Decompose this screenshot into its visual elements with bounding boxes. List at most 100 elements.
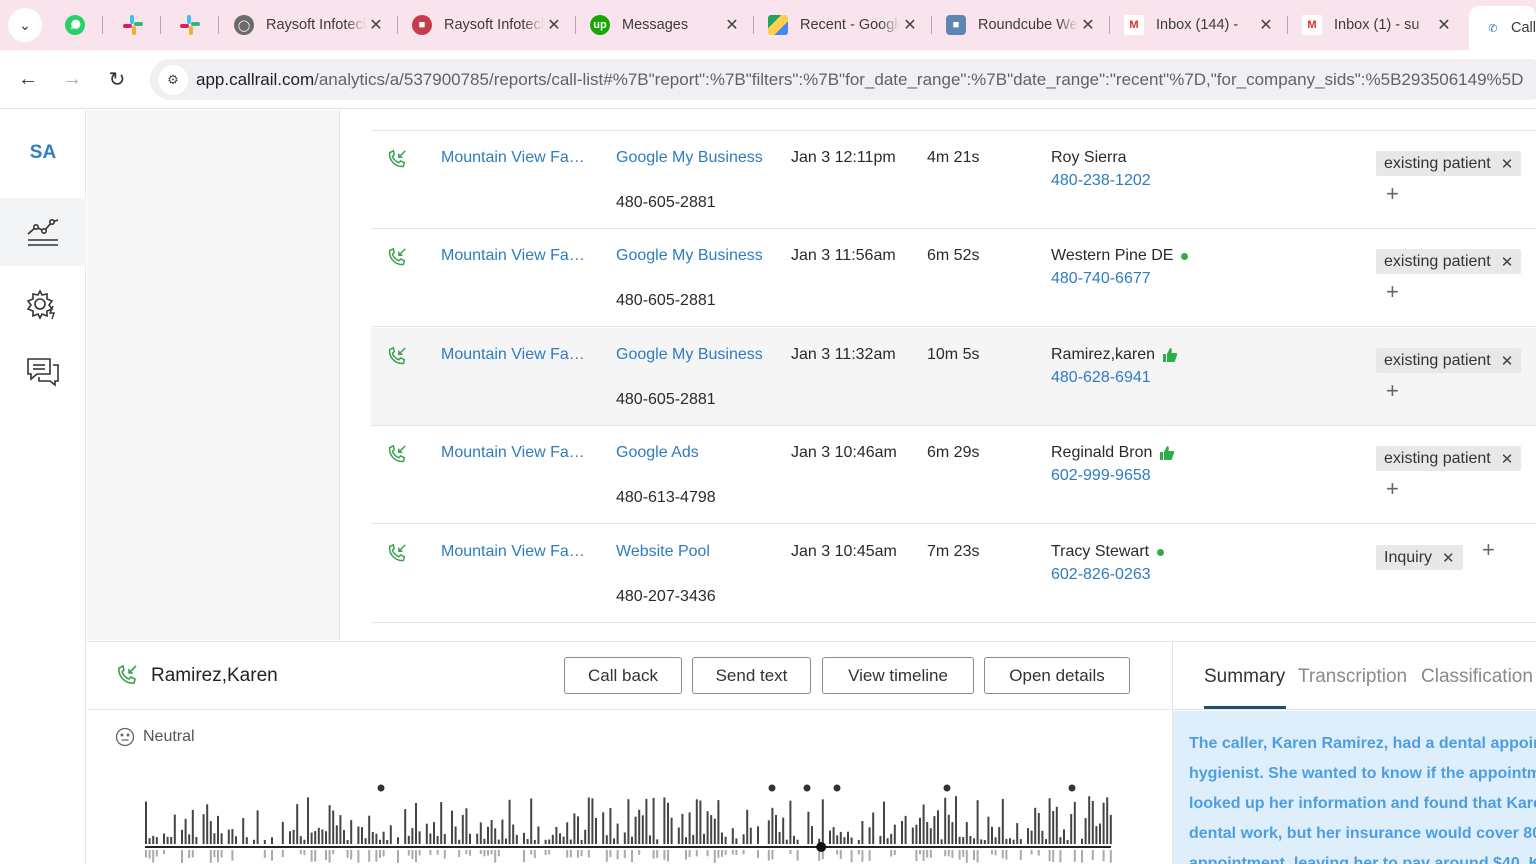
- waveform-bar-secondary: [929, 850, 932, 858]
- audio-waveform[interactable]: [145, 782, 1113, 864]
- waveform-bar-secondary: [1102, 850, 1105, 862]
- caller-phone-link[interactable]: 602-826-0263: [1051, 566, 1151, 584]
- browser-tab[interactable]: M Inbox (144) - ✕: [1110, 6, 1286, 44]
- browser-tab-active[interactable]: ✆ Call: [1469, 6, 1536, 50]
- caller-phone-link[interactable]: 480-238-1202: [1051, 172, 1151, 190]
- browser-tab[interactable]: Recent - Google Drive ✕: [754, 6, 930, 44]
- waveform-bar-secondary: [1073, 850, 1076, 862]
- inbound-call-icon[interactable]: [386, 247, 408, 274]
- active-tab-underline: [1204, 706, 1286, 709]
- back-arrow-icon[interactable]: ←: [13, 64, 43, 94]
- slack-icon[interactable]: [118, 10, 148, 40]
- reload-icon[interactable]: ↻: [102, 64, 132, 94]
- waveform-bar: [213, 833, 216, 844]
- forward-arrow-icon[interactable]: →: [57, 64, 87, 94]
- browser-tab[interactable]: ◯ Raysoft Infotech ✕: [220, 6, 396, 44]
- browser-tab[interactable]: ■ Raysoft Infotech ✕: [398, 6, 574, 44]
- add-tag-icon[interactable]: +: [1386, 181, 1399, 207]
- caller-phone-link[interactable]: 480-628-6941: [1051, 369, 1151, 387]
- waveform-bar: [587, 797, 590, 844]
- waveform-bar: [645, 798, 648, 844]
- waveform-bar: [152, 835, 155, 844]
- waveform-bar: [501, 819, 504, 844]
- source-link[interactable]: Google My Business: [616, 346, 763, 364]
- url-text[interactable]: app.callrail.com/analytics/a/537900785/r…: [196, 70, 1523, 90]
- waveform-bar: [731, 828, 734, 844]
- send-text-button[interactable]: Send text: [692, 657, 811, 694]
- waveform-bar-secondary: [1001, 850, 1004, 859]
- inbound-call-icon[interactable]: [386, 346, 408, 373]
- whatsapp-icon[interactable]: [60, 10, 90, 40]
- waveform-bar: [415, 803, 417, 844]
- tracker-link[interactable]: Mountain View Fa…: [441, 149, 585, 167]
- remove-tag-icon[interactable]: ✕: [1501, 352, 1514, 370]
- call-row[interactable]: Mountain View Fa… Website Pool 480-207-343…: [371, 525, 1536, 623]
- tab-classification[interactable]: Classification: [1421, 666, 1533, 688]
- waveform-bar-secondary: [605, 850, 608, 862]
- call-row[interactable]: Mountain View Fa… Google Ads 480-613-4798 J…: [371, 426, 1536, 524]
- call-row[interactable]: Mountain View Fa… Google My Business 480-6…: [371, 328, 1536, 426]
- remove-tag-icon[interactable]: ✕: [1501, 155, 1514, 173]
- source-link[interactable]: Website Pool: [616, 543, 710, 561]
- source-link[interactable]: Google Ads: [616, 444, 699, 462]
- tracker-link[interactable]: Mountain View Fa…: [441, 346, 585, 364]
- view-timeline-button[interactable]: View timeline: [822, 657, 974, 694]
- browser-tab[interactable]: M Inbox (1) - su ✕: [1288, 6, 1464, 44]
- site-info-icon[interactable]: ⚙: [158, 64, 188, 95]
- add-tag-icon[interactable]: +: [1386, 279, 1399, 305]
- waveform-marker: [768, 784, 776, 792]
- waveform-bar: [544, 839, 547, 844]
- tab-transcription[interactable]: Transcription: [1298, 666, 1407, 688]
- waveform-bar-secondary: [490, 850, 493, 855]
- call-back-button[interactable]: Call back: [564, 657, 682, 694]
- address-bar[interactable]: ⚙ app.callrail.com/analytics/a/537900785…: [150, 59, 1536, 100]
- browser-tab[interactable]: up Messages ✕: [576, 6, 752, 44]
- source-link[interactable]: Google My Business: [616, 247, 763, 265]
- close-icon[interactable]: ✕: [722, 15, 742, 35]
- tracker-link[interactable]: Mountain View Fa…: [441, 247, 585, 265]
- caller-phone-link[interactable]: 480-740-6677: [1051, 270, 1151, 288]
- close-icon[interactable]: ✕: [1078, 15, 1098, 35]
- remove-tag-icon[interactable]: ✕: [1442, 549, 1455, 567]
- waveform-bar: [458, 839, 461, 844]
- close-icon[interactable]: ✕: [1434, 15, 1454, 35]
- inbound-call-icon[interactable]: [386, 149, 408, 176]
- inbound-call-icon[interactable]: [386, 543, 408, 570]
- conversations-icon[interactable]: [0, 338, 86, 406]
- tab-summary[interactable]: Summary: [1204, 666, 1285, 688]
- tab-search-chevron-icon[interactable]: ⌄: [8, 8, 42, 42]
- source-link[interactable]: Google My Business: [616, 149, 763, 167]
- analytics-icon[interactable]: [0, 198, 86, 266]
- caller-name-text: Reginald Bron: [1051, 444, 1153, 461]
- slack-icon[interactable]: [175, 10, 205, 40]
- call-row[interactable]: Mountain View Fa… Google My Business 480-6…: [371, 131, 1536, 229]
- sentiment-label: Neutral: [143, 728, 195, 745]
- call-row[interactable]: Mountain View Fa… Google My Business 480-6…: [371, 229, 1536, 327]
- waveform-bar: [303, 839, 306, 844]
- tracker-link[interactable]: Mountain View Fa…: [441, 444, 585, 462]
- waveform-bar: [652, 797, 655, 844]
- caller-name: Tracy Stewart: [1051, 543, 1165, 561]
- remove-tag-icon[interactable]: ✕: [1501, 450, 1514, 468]
- tracker-link[interactable]: Mountain View Fa…: [441, 543, 585, 561]
- tag-label: existing patient: [1384, 154, 1491, 172]
- waveform-bar-secondary: [263, 850, 266, 858]
- waveform-bar: [821, 799, 824, 844]
- caller-phone-link[interactable]: 602-999-9658: [1051, 467, 1151, 485]
- close-icon[interactable]: ✕: [366, 15, 386, 35]
- close-icon[interactable]: ✕: [1256, 15, 1276, 35]
- settings-automation-icon[interactable]: [0, 270, 86, 338]
- open-details-button[interactable]: Open details: [984, 657, 1130, 694]
- account-brand[interactable]: SA: [0, 142, 86, 164]
- inbound-call-icon[interactable]: [386, 444, 408, 471]
- browser-tab[interactable]: ■ Roundcube Webmail ✕: [932, 6, 1108, 44]
- waveform-bar: [325, 831, 327, 844]
- waveform-bar: [494, 828, 497, 844]
- close-icon[interactable]: ✕: [900, 15, 920, 35]
- add-tag-icon[interactable]: +: [1482, 537, 1495, 563]
- waveform-bar: [940, 839, 943, 844]
- close-icon[interactable]: ✕: [544, 15, 564, 35]
- remove-tag-icon[interactable]: ✕: [1501, 253, 1514, 271]
- add-tag-icon[interactable]: +: [1386, 476, 1399, 502]
- add-tag-icon[interactable]: +: [1386, 378, 1399, 404]
